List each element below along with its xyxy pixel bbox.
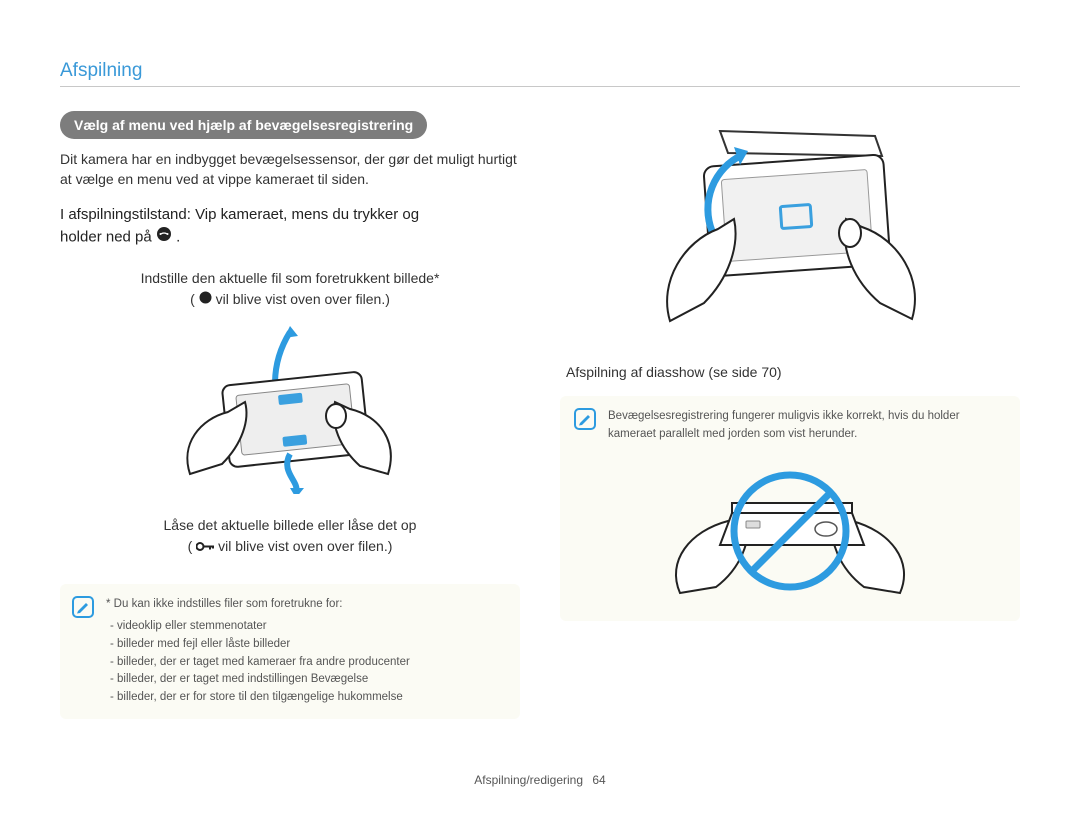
section-title: Afspilning (60, 60, 1020, 87)
favorite-icon (199, 289, 212, 310)
lock-line2-prefix: ( (188, 538, 197, 554)
intro-paragraph: Dit kamera har en indbygget bevægelsesse… (60, 149, 520, 190)
slideshow-illustration-block (560, 111, 1020, 346)
warning-text: Bevægelsesregistrering fungerer muligvis… (608, 408, 1006, 443)
instruction-line2-suffix: . (176, 229, 180, 246)
footer-text: Afspilning/redigering (474, 773, 583, 787)
footer-page-number: 64 (592, 773, 605, 787)
instruction-line2-prefix: holder ned på (60, 229, 156, 246)
footnote-content: * Du kan ikke indstilles filer som foret… (106, 596, 410, 707)
instruction-text: I afspilningstilstand: Vip kameraet, men… (60, 204, 520, 250)
footnote-item: - billeder, der er taget med indstilling… (106, 671, 410, 689)
footnote-item: - videoklip eller stemmenotater (106, 618, 410, 636)
warning-box: Bevægelsesregistrering fungerer muligvis… (560, 396, 1020, 621)
tilt-illustration-block (60, 324, 520, 499)
slideshow-caption: Afspilning af diasshow (se side 70) (566, 362, 1020, 382)
lock-key-icon (196, 537, 214, 558)
slideshow-camera-illustration (630, 111, 950, 346)
lock-line2-mid: vil blive vist oven over filen.) (218, 538, 392, 554)
instruction-line1: I afspilningstilstand: Vip kameraet, men… (60, 206, 419, 223)
content-columns: Vælg af menu ved hjælp af bevægelsesregi… (60, 111, 1020, 719)
set-favorite-line1: Indstille den aktuelle fil som foretrukk… (141, 270, 440, 286)
set-favorite-line2-prefix: ( (190, 291, 195, 307)
wrong-hold-illustration (640, 453, 940, 603)
lock-caption: Låse det aktuelle billede eller låse det… (60, 515, 520, 558)
footnote-list: - videoklip eller stemmenotater - billed… (106, 618, 410, 707)
tilt-camera-illustration (150, 324, 430, 499)
heading-pill: Vælg af menu ved hjælp af bevægelsesregi… (60, 111, 427, 139)
gesture-button-icon (156, 226, 172, 250)
set-favorite-line2-mid: vil blive vist oven over filen.) (216, 291, 390, 307)
note-pencil-icon (574, 408, 596, 430)
lock-line1: Låse det aktuelle billede eller låse det… (164, 517, 417, 533)
warning-top-row: Bevægelsesregistrering fungerer muligvis… (574, 408, 1006, 443)
footnote-item: - billeder med fejl eller låste billeder (106, 636, 410, 654)
footnote-item: - billeder, der er for store til den til… (106, 689, 410, 707)
footnote-item: - billeder, der er taget med kameraer fr… (106, 654, 410, 672)
footnote-box: * Du kan ikke indstilles filer som foret… (60, 584, 520, 719)
page-footer: Afspilning/redigering 64 (0, 773, 1080, 787)
wrong-hold-illustration-block (574, 453, 1006, 609)
set-favorite-caption: Indstille den aktuelle fil som foretrukk… (60, 268, 520, 311)
note-pencil-icon (72, 596, 94, 618)
right-column: Afspilning af diasshow (se side 70) Bevæ… (560, 111, 1020, 719)
left-column: Vælg af menu ved hjælp af bevægelsesregi… (60, 111, 520, 719)
footnote-lead: * Du kan ikke indstilles filer som foret… (106, 596, 410, 614)
